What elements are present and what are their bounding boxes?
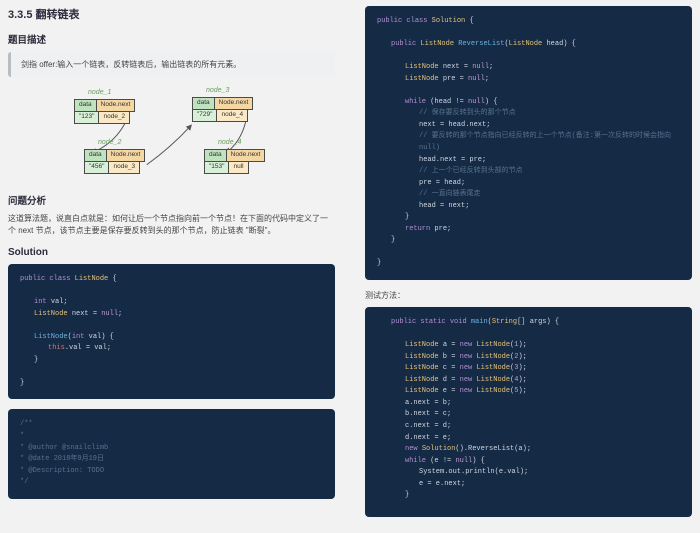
test-label: 测试方法：: [365, 290, 692, 301]
analysis-text: 这道算法题，说直白点就是：如何让后一个节点指向前一个节点！在下面的代码中定义了一…: [8, 213, 335, 237]
page: 3.3.5 翻转链表 题目描述 剑指 offer:输入一个链表，反转链表后，输出…: [0, 0, 700, 533]
code-solution: public class Solution { public ListNode …: [365, 6, 692, 280]
code-javadoc: /** * * @author @snailclimb * @date 2018…: [8, 409, 335, 498]
node1-row: "123" node_2: [74, 111, 130, 124]
node2-header: data Node.next: [84, 149, 145, 162]
node4-header: data Node.next: [204, 149, 265, 162]
analysis-heading: 问题分析: [8, 193, 335, 207]
code-main: public static void main(String[] args) {…: [365, 307, 692, 517]
node3-header: data Node.next: [192, 97, 253, 110]
left-column: 3.3.5 翻转链表 题目描述 剑指 offer:输入一个链表，反转链表后，输出…: [8, 6, 335, 527]
code-listnode: public class ListNode { int val; ListNod…: [8, 264, 335, 399]
section-heading: 3.3.5 翻转链表: [8, 6, 335, 22]
problem-callout: 剑指 offer:输入一个链表，反转链表后，输出链表的所有元素。: [8, 52, 335, 77]
node2-label: node_2: [98, 139, 121, 146]
callout-text: 剑指 offer:输入一个链表，反转链表后，输出链表的所有元素。: [21, 60, 241, 69]
node2-row: "456" node_3: [84, 161, 140, 174]
section-number: 3.3.5: [8, 9, 32, 21]
node4-row: "153" null: [204, 161, 249, 174]
node1-label: node_1: [88, 89, 111, 96]
section-title: 翻转链表: [36, 9, 80, 21]
node4-label: node_4: [218, 139, 241, 146]
diagram-arrows: [8, 87, 335, 183]
node3-label: node_3: [206, 87, 229, 94]
solution-heading: Solution: [8, 247, 335, 258]
node3-row: "729" node_4: [192, 109, 248, 122]
node1-header: data Node.next: [74, 99, 135, 112]
desc-heading: 题目描述: [8, 32, 335, 46]
linked-list-diagram: node_1 data Node.next "123" node_2 node_…: [8, 87, 335, 183]
right-column: public class Solution { public ListNode …: [365, 6, 692, 527]
